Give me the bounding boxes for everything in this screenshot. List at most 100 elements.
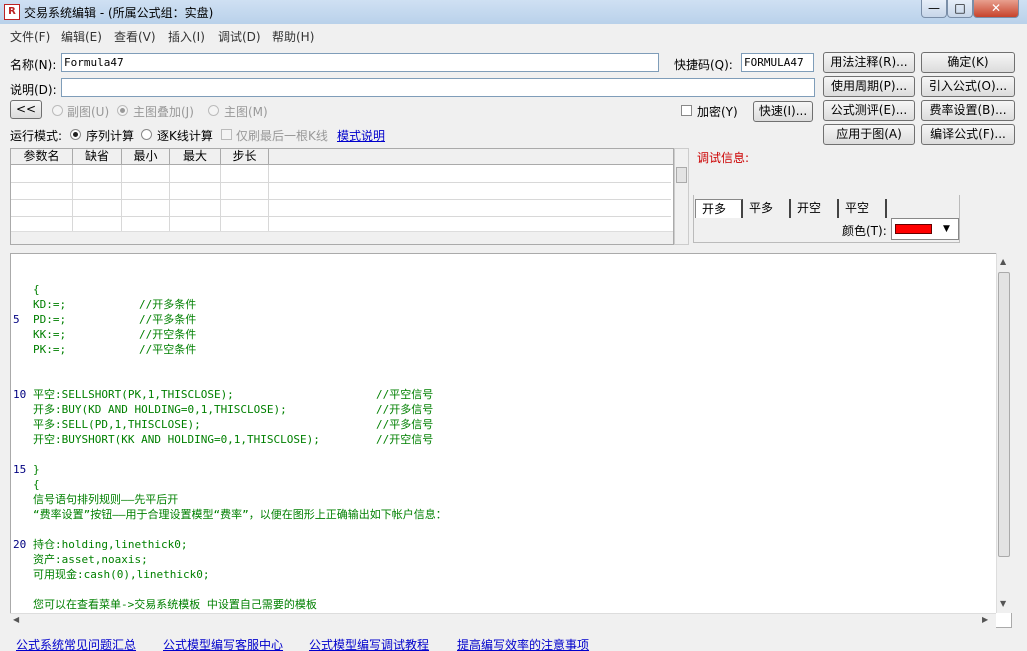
code-text: 平多:SELL(PD,1,THISCLOSE);: [33, 418, 201, 431]
menu-edit[interactable]: 编辑(E): [61, 28, 102, 45]
scroll-up-icon[interactable]: ▲: [1000, 257, 1006, 266]
footer-link-faq[interactable]: 公式系统常见问题汇总: [16, 636, 136, 651]
code-line: 10 平空:SELLSHORT(PK,1,THISCLOSE); //平空信号: [11, 387, 991, 402]
code-editor[interactable]: {KD:=;//开多条件 5 PD:=;//平多条件 KK:=;//开空条件 PK:=;…: [10, 253, 1012, 628]
radio-overlay[interactable]: [117, 105, 128, 116]
color-label: 颜色(T):: [842, 224, 887, 238]
quick-button[interactable]: 快速(I)...: [753, 101, 813, 122]
code-comment: //平空条件: [139, 343, 197, 356]
footer-link-tips[interactable]: 提高编写效率的注意事项: [457, 636, 589, 651]
chevron-down-icon[interactable]: ▼: [938, 221, 955, 237]
code-line: KK:=; //开空条件: [11, 327, 991, 342]
last-bar-label: 仅刷最后一根K线: [236, 129, 328, 143]
param-table[interactable]: 参数名 缺省 最小 最大 步长: [10, 148, 674, 245]
tab-open-short[interactable]: 开空: [791, 199, 839, 218]
period-button[interactable]: 使用周期(P)...: [823, 76, 915, 97]
code-line: 信号语句排列规则——先平后开: [11, 492, 991, 507]
param-header-name: 参数名: [11, 149, 73, 165]
param-col: [170, 165, 221, 231]
code-line: 5 PD:=; //平多条件: [11, 312, 991, 327]
color-swatch: [895, 224, 932, 234]
code-text: PD:=;: [33, 313, 67, 326]
param-col: [73, 165, 122, 231]
scroll-down-icon[interactable]: ▼: [1000, 599, 1006, 608]
code-comment: //开多信号: [376, 403, 434, 416]
code-line: 开多:BUY(KD AND HOLDING=0,1,THISCLOSE); //开…: [11, 402, 991, 417]
code-line: “费率设置”按钮——用于合理设置模型“费率”，以便在图形上正确输出如下帐户信息：: [11, 507, 991, 522]
shortcut-label: 快捷码(Q):: [674, 58, 733, 72]
code-text: KD:=;: [33, 298, 67, 311]
footer-link-tutorial[interactable]: 公式模型编写调试教程: [309, 636, 429, 651]
close-button[interactable]: ✕: [973, 0, 1019, 18]
menu-view[interactable]: 查看(V): [114, 28, 156, 45]
line-number: 15: [13, 463, 27, 476]
param-col: [11, 165, 73, 231]
tab-close-short[interactable]: 平空: [839, 199, 887, 218]
encrypt-checkbox[interactable]: [681, 105, 692, 116]
param-hscrollbar[interactable]: [11, 231, 673, 244]
window-title: 交易系统编辑 - (所属公式组：实盘): [24, 6, 214, 20]
menu-debug[interactable]: 调试(D): [218, 28, 261, 45]
menu-file[interactable]: 文件(F): [10, 28, 50, 45]
menu-help[interactable]: 帮助(H): [272, 28, 314, 45]
code-line: 开空:BUYSHORT(KK AND HOLDING=0,1,THISCLOSE…: [11, 432, 991, 447]
collapse-button[interactable]: <<: [10, 100, 42, 119]
name-input[interactable]: Formula47: [61, 53, 659, 72]
radio-main-chart[interactable]: [208, 105, 219, 116]
shortcut-input[interactable]: FORMULA47: [741, 53, 814, 72]
mode-help-link[interactable]: 模式说明: [337, 127, 385, 144]
footer-link-support[interactable]: 公式模型编写客服中心: [163, 636, 283, 651]
param-row-line: [11, 182, 671, 183]
tab-close-long[interactable]: 平多: [743, 199, 791, 218]
param-col: [221, 165, 269, 231]
editor-hscrollbar[interactable]: ◀ ▶: [10, 613, 996, 628]
code-text: 可用现金:cash(0),linethick0;: [33, 568, 210, 581]
param-vscrollbar[interactable]: [674, 148, 689, 245]
radio-kline-calc[interactable]: [141, 129, 152, 140]
code-text: “费率设置”按钮——用于合理设置模型“费率”，以便在图形上正确输出如下帐户信息：: [33, 508, 447, 521]
last-bar-checkbox[interactable]: [221, 129, 232, 140]
radio-kline-calc-label: 逐K线计算: [157, 129, 213, 143]
fee-button[interactable]: 费率设置(B)...: [921, 100, 1015, 121]
code-text: 开多:BUY(KD AND HOLDING=0,1,THISCLOSE);: [33, 403, 287, 416]
radio-seq-calc-label: 序列计算: [86, 129, 135, 143]
param-row-line: [11, 216, 671, 217]
run-mode-label: 运行模式:: [10, 129, 63, 143]
desc-input[interactable]: [61, 78, 815, 97]
param-header-blank: [269, 149, 673, 165]
param-header-max: 最大: [170, 149, 221, 165]
radio-sub-chart[interactable]: [52, 105, 63, 116]
code-line: {: [11, 477, 991, 492]
code-text: 信号语句排列规则——先平后开: [33, 493, 179, 506]
editor-vscroll-thumb[interactable]: [998, 272, 1010, 557]
param-vscroll-thumb[interactable]: [676, 167, 687, 183]
code-line: {: [11, 282, 991, 297]
line-number: 10: [13, 388, 27, 401]
param-header-default: 缺省: [73, 149, 122, 165]
radio-seq-calc[interactable]: [70, 129, 81, 140]
code-line: 资产:asset,noaxis;: [11, 552, 991, 567]
desc-label: 说明(D):: [10, 83, 57, 97]
scroll-right-icon[interactable]: ▶: [982, 615, 988, 624]
code-comment: //开空信号: [376, 433, 434, 446]
ok-button[interactable]: 确定(K): [921, 52, 1015, 73]
maximize-button[interactable]: □: [947, 0, 973, 18]
tab-open-long[interactable]: 开多: [695, 199, 743, 218]
syntax-button[interactable]: 用法注释(R)...: [823, 52, 915, 73]
scroll-left-icon[interactable]: ◀: [13, 615, 19, 624]
code-comment: //开多条件: [139, 298, 197, 311]
minimize-button[interactable]: —: [921, 0, 947, 18]
code-text: 资产:asset,noaxis;: [33, 553, 148, 566]
code-text: }: [33, 463, 40, 476]
menu-insert[interactable]: 插入(I): [168, 28, 205, 45]
code-text: 平空:SELLSHORT(PK,1,THISCLOSE);: [33, 388, 234, 401]
color-select[interactable]: ▼: [891, 218, 959, 240]
import-button[interactable]: 引入公式(O)...: [921, 76, 1015, 97]
test-button[interactable]: 公式测评(E)...: [823, 100, 915, 121]
apply-button[interactable]: 应用于图(A): [823, 124, 915, 145]
compile-button[interactable]: 编译公式(F)...: [921, 124, 1015, 145]
